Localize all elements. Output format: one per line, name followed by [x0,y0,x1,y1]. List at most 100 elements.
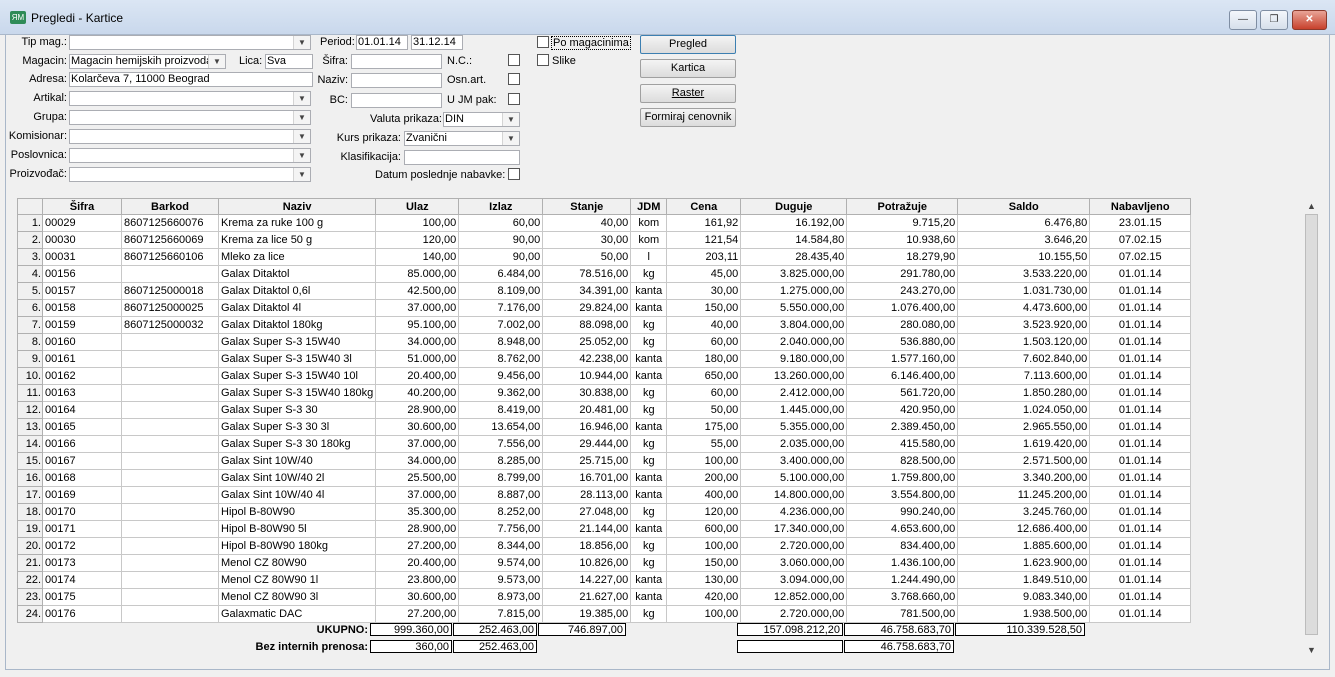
column-header-saldo[interactable]: Saldo [957,198,1091,215]
kurs-dropdown[interactable]: Zvanični ▼ [404,131,520,146]
raster-button[interactable]: Raster [640,84,736,103]
grupa-dropdown[interactable]: ▼ [69,110,311,125]
table-row[interactable]: 24. 00176 Galaxmatic DAC 27.200,00 7.815,00 1… [17,605,1192,623]
column-header-naziv[interactable]: Naziv [217,198,377,215]
barkod-cell [121,384,219,402]
nabavljeno-cell: 01.01.14 [1089,333,1192,351]
table-row[interactable]: 16. 00168 Galax Sint 10W/40 2l 25.500,00 8.7… [17,469,1192,487]
potrazuje-cell: 18.279,90 [846,248,959,266]
table-row[interactable]: 21. 00173 Menol CZ 80W90 20.400,00 9.574,00 1… [17,554,1192,572]
saldo-cell: 4.473.600,00 [957,299,1091,317]
column-header-sifra[interactable]: Šifra [42,198,122,215]
maximize-button[interactable]: ❐ [1260,10,1288,30]
chevron-down-icon[interactable]: ▼ [502,113,519,126]
table-row[interactable]: 2. 00030 8607125660069 Krema za lice 50 g 12… [17,231,1192,249]
ulaz-cell: 100,00 [375,214,460,232]
cena-cell: 40,00 [666,316,742,334]
stanje-cell: 50,00 [542,248,632,266]
kartice-table[interactable]: Šifra Barkod Naziv Ulaz Izlaz Stanje JDM Cena Du… [17,198,1192,623]
column-header-cena[interactable]: Cena [666,198,742,215]
saldo-cell: 7.602.840,00 [957,350,1091,368]
valuta-dropdown[interactable]: DIN ▼ [443,112,520,127]
scroll-thumb[interactable] [1305,214,1318,635]
bc-field[interactable] [351,93,442,108]
scroll-down-icon[interactable]: ▼ [1303,643,1320,657]
column-header-stanje[interactable]: Stanje [542,198,632,215]
stanje-cell: 18.856,00 [542,537,632,555]
chevron-down-icon[interactable]: ▼ [293,111,310,124]
barkod-cell [121,503,219,521]
chevron-down-icon[interactable]: ▼ [208,55,225,68]
klasifikacija-field[interactable] [404,150,520,165]
ulaz-cell: 25.500,00 [375,469,460,487]
table-row[interactable]: 9. 00161 Galax Super S-3 15W40 3l 51.000,00… [17,350,1192,368]
table-row[interactable]: 14. 00166 Galax Super S-3 30 180kg 37.000,0… [17,435,1192,453]
magacin-dropdown[interactable]: Magacin hemijskih proizvoda ▼ [69,54,226,69]
pregled-button[interactable]: Pregled [640,35,736,54]
duguje-cell: 3.804.000,00 [740,316,848,334]
slike-checkbox[interactable] [537,54,549,66]
komisionar-dropdown[interactable]: ▼ [69,129,311,144]
nc-checkbox[interactable] [508,54,520,66]
osn-art-checkbox[interactable] [508,73,520,85]
stanje-cell: 42.238,00 [542,350,632,368]
table-row[interactable]: 12. 00164 Galax Super S-3 30 28.900,00 8.419… [17,401,1192,419]
naziv-field[interactable] [351,73,442,88]
table-row[interactable]: 4. 00156 Galax Ditaktol 85.000,00 6.484,00 78… [17,265,1192,283]
column-header-duguje[interactable]: Duguje [740,198,848,215]
table-row[interactable]: 8. 00160 Galax Super S-3 15W40 34.000,00 8.9… [17,333,1192,351]
datum-nabavke-checkbox[interactable] [508,168,520,180]
table-row[interactable]: 22. 00174 Menol CZ 80W90 1l 23.800,00 9.573,… [17,571,1192,589]
vertical-scrollbar[interactable]: ▲ ▼ [1303,198,1320,658]
sifra-cell: 00162 [42,367,122,385]
table-row[interactable]: 18. 00170 Hipol B-80W90 35.300,00 8.252,00 27… [17,503,1192,521]
chevron-down-icon[interactable]: ▼ [293,36,310,49]
potrazuje-cell: 1.436.100,00 [846,554,959,572]
table-row[interactable]: 13. 00165 Galax Super S-3 30 3l 30.600,00 13… [17,418,1192,436]
barkod-cell [121,537,219,555]
chevron-down-icon[interactable]: ▼ [293,168,310,181]
column-header-potrazuje[interactable]: Potražuje [846,198,959,215]
table-row[interactable]: 5. 00157 8607125000018 Galax Ditaktol 0,6l 4… [17,282,1192,300]
po-magacinima-label[interactable]: Po magacinima [551,36,631,50]
table-row[interactable]: 20. 00172 Hipol B-80W90 180kg 27.200,00 8.34… [17,537,1192,555]
potrazuje-cell: 3.554.800,00 [846,486,959,504]
table-row[interactable]: 19. 00171 Hipol B-80W90 5l 28.900,00 7.756,0… [17,520,1192,538]
table-row[interactable]: 7. 00159 8607125000032 Galax Ditaktol 180kg… [17,316,1192,334]
table-row[interactable]: 10. 00162 Galax Super S-3 15W40 10l 20.400,… [17,367,1192,385]
minimize-button[interactable]: — [1229,10,1257,30]
column-header-barkod[interactable]: Barkod [121,198,219,215]
poslovnica-dropdown[interactable]: ▼ [69,148,311,163]
close-button[interactable]: ✕ [1292,10,1327,30]
column-header-ulaz[interactable]: Ulaz [375,198,460,215]
nabavljeno-cell: 01.01.14 [1089,265,1192,283]
formiraj-cenovnik-button[interactable]: Formiraj cenovnik [640,108,736,127]
kartica-button[interactable]: Kartica [640,59,736,78]
bez-ulaz: 360,00 [370,640,452,653]
artikal-dropdown[interactable]: ▼ [69,91,311,106]
table-row[interactable]: 6. 00158 8607125000025 Galax Ditaktol 4l 37.… [17,299,1192,317]
chevron-down-icon[interactable]: ▼ [502,132,519,145]
column-header-nabavljeno[interactable]: Nabavljeno [1089,198,1192,215]
tip-mag-dropdown[interactable]: ▼ [69,35,311,50]
ukupno-potrazuje: 46.758.683,70 [844,623,954,636]
scroll-up-icon[interactable]: ▲ [1303,199,1320,213]
period-from-field[interactable]: 01.01.14 [356,35,408,50]
column-header-jdm[interactable]: JDM [630,198,668,215]
table-row[interactable]: 11. 00163 Galax Super S-3 15W40 180kg 40.20… [17,384,1192,402]
saldo-cell: 2.965.550,00 [957,418,1091,436]
adresa-field[interactable]: Kolarčeva 7, 11000 Beograd [69,72,313,87]
proizvodjac-dropdown[interactable]: ▼ [69,167,311,182]
table-row[interactable]: 17. 00169 Galax Sint 10W/40 4l 37.000,00 8.8… [17,486,1192,504]
po-magacinima-checkbox[interactable] [537,36,549,48]
potrazuje-cell: 243.270,00 [846,282,959,300]
table-row[interactable]: 3. 00031 8607125660106 Mleko za lice 140,00 9… [17,248,1192,266]
slike-label[interactable]: Slike [552,55,576,67]
column-header-izlaz[interactable]: Izlaz [458,198,544,215]
table-row[interactable]: 1. 00029 8607125660076 Krema za ruke 100 g1… [17,214,1192,232]
table-row[interactable]: 15. 00167 Galax Sint 10W/40 34.000,00 8.285,… [17,452,1192,470]
period-to-field[interactable]: 31.12.14 [411,35,463,50]
sifra-field[interactable] [351,54,442,69]
table-row[interactable]: 23. 00175 Menol CZ 80W90 3l 30.600,00 8.973,… [17,588,1192,606]
ujm-checkbox[interactable] [508,93,520,105]
